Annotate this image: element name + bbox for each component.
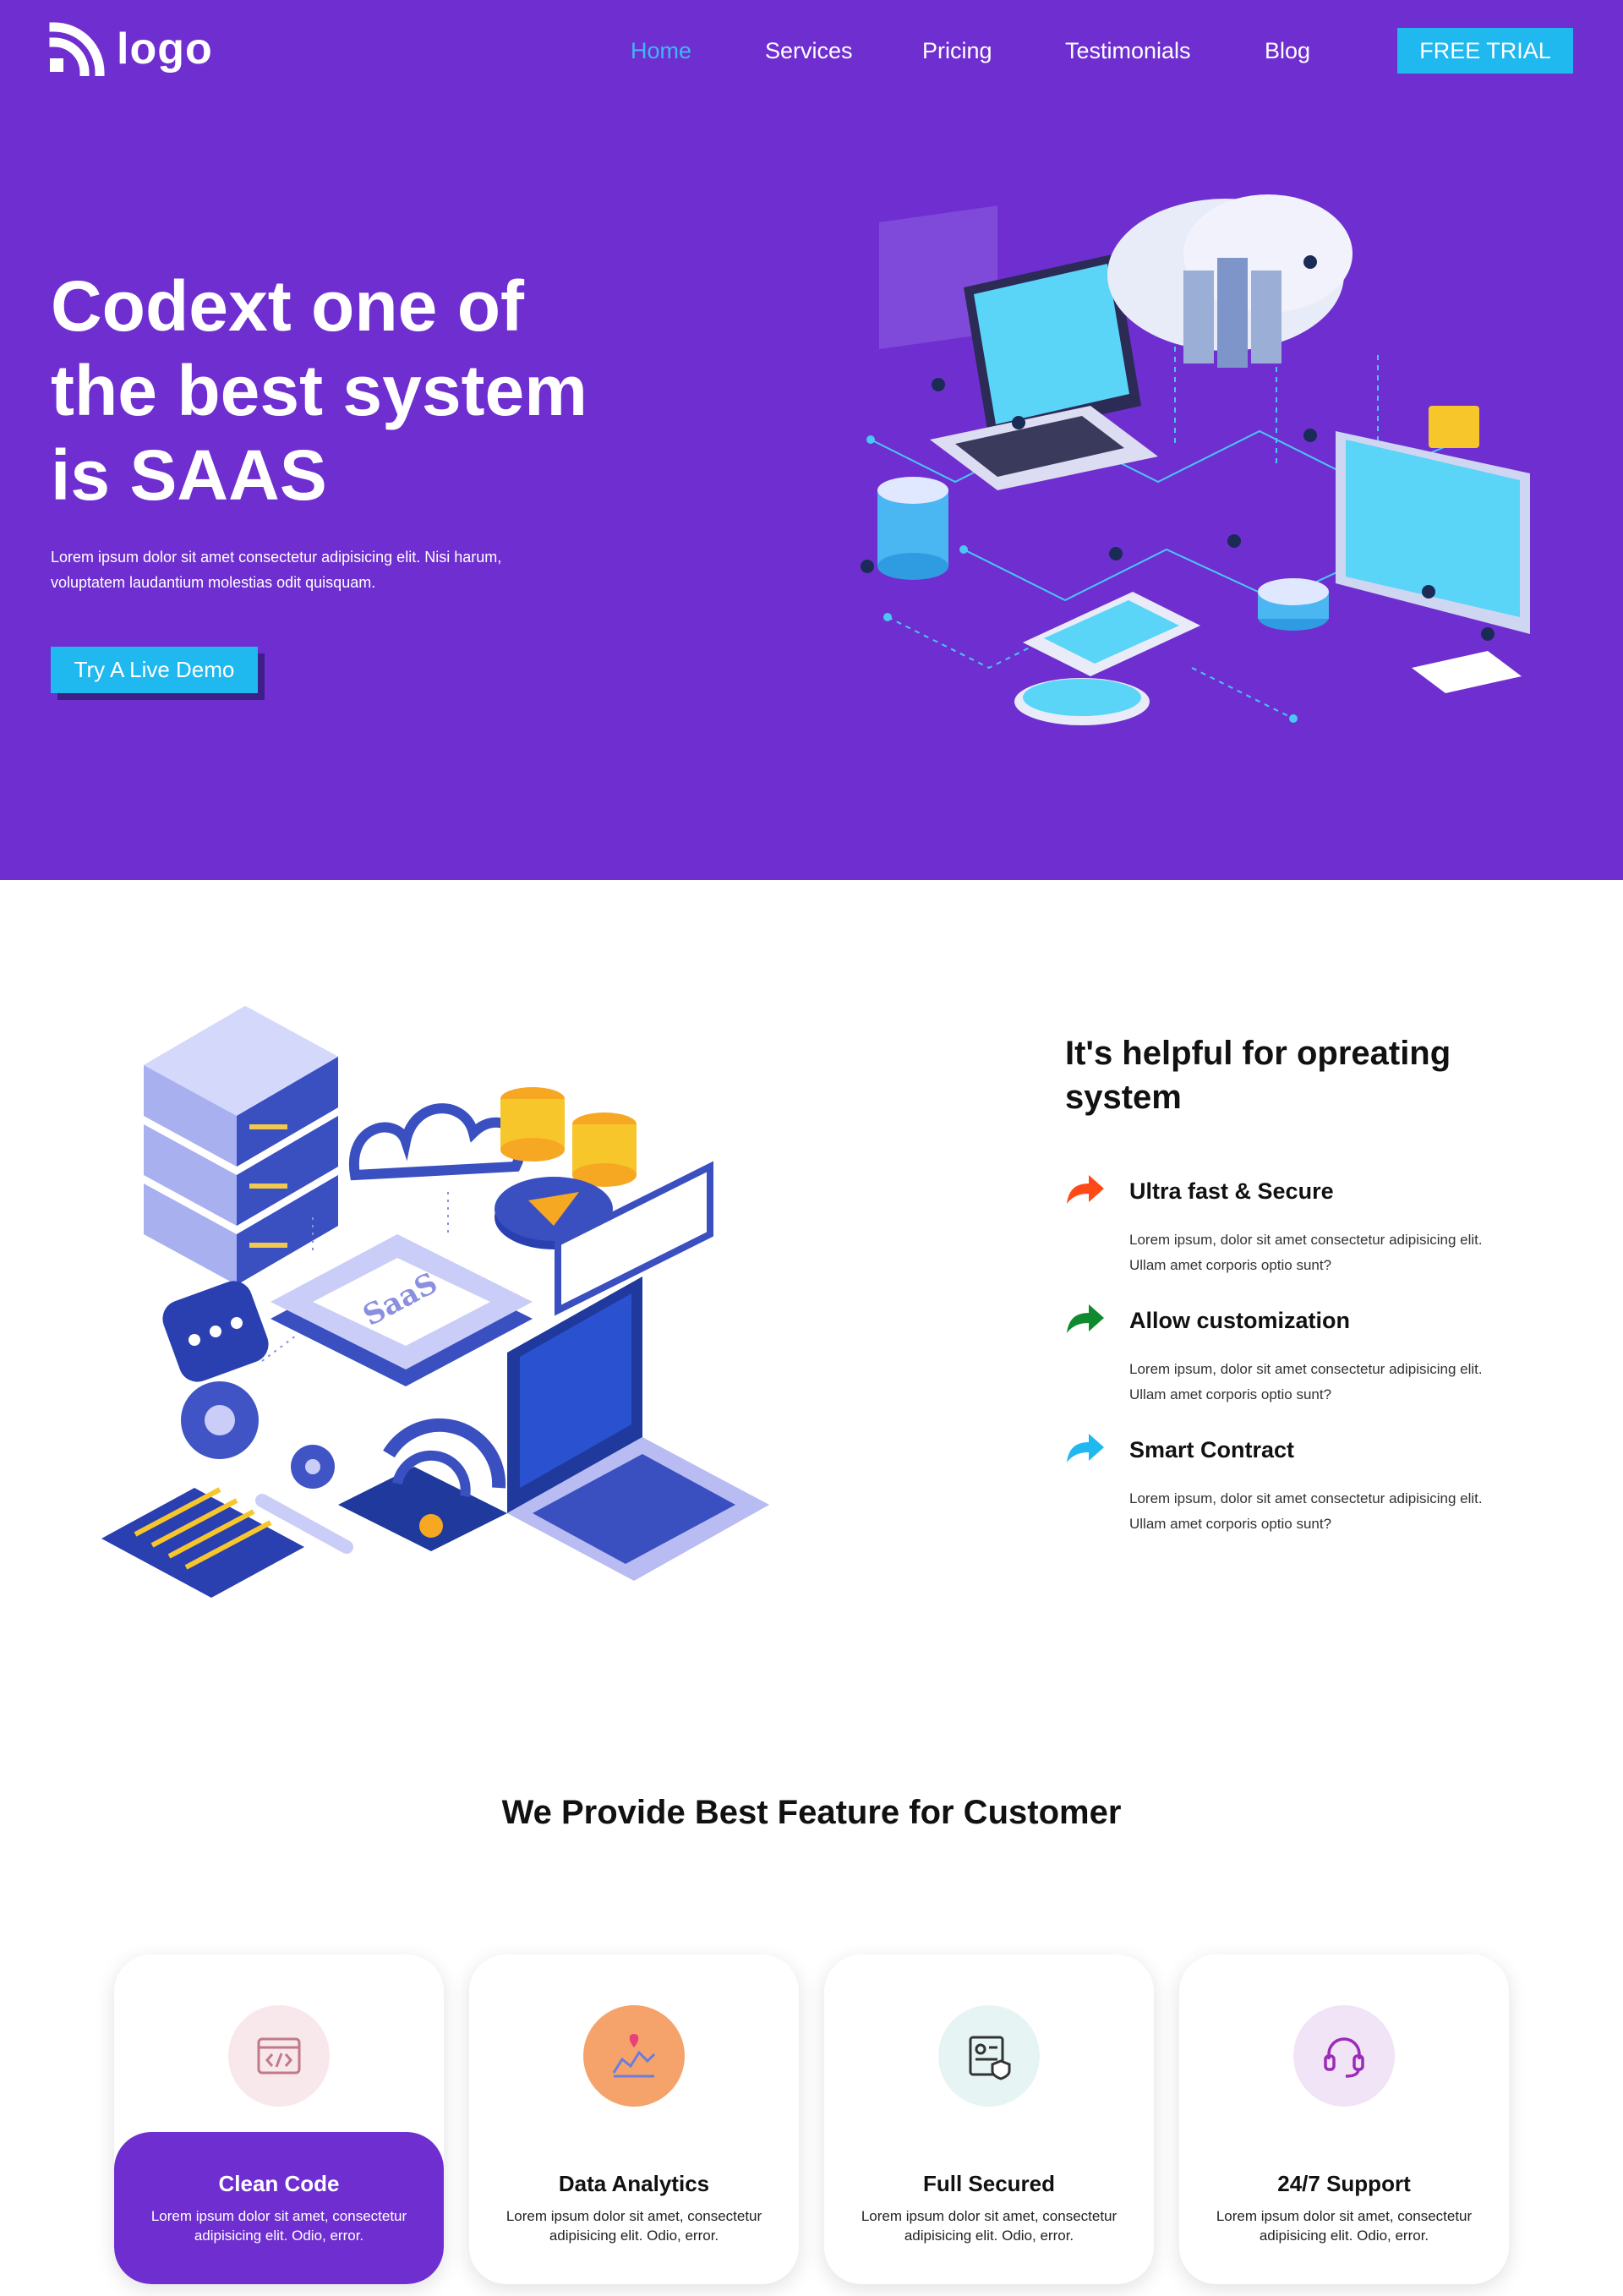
saas-isometric-illustration: SaaS <box>101 1006 769 1598</box>
card-text: Lorem ipsum dolor sit amet, consectetur … <box>505 2208 762 2244</box>
share-arrow-icon <box>1067 1175 1104 1204</box>
headset-icon <box>1324 2037 1364 2078</box>
nav-home[interactable]: Home <box>631 34 691 68</box>
card-title: Data Analytics <box>558 2171 710 2196</box>
nav-blog[interactable]: Blog <box>1265 34 1310 68</box>
hero-title: Codext one of the best system is SAAS <box>51 266 587 515</box>
cloud-network-illustration <box>861 194 1530 725</box>
free-trial-button[interactable]: FREE TRIAL <box>1397 28 1573 74</box>
share-arrow-icon <box>1067 1304 1104 1333</box>
card-title: Clean Code <box>218 2171 340 2196</box>
card-title: 24/7 Support <box>1277 2171 1411 2196</box>
card-icon-circle <box>1293 2005 1395 2107</box>
card-text: Lorem ipsum dolor sit amet, consectetur … <box>150 2208 407 2244</box>
feature-card-support[interactable]: 24/7 Support Lorem ipsum dolor sit amet,… <box>1179 1954 1509 2284</box>
features-section-title: We Provide Best Feature for Customer <box>501 1794 1122 1831</box>
hero-section: logo Home Services Pricing Testimonials … <box>0 0 1623 880</box>
nav-services[interactable]: Services <box>765 34 853 68</box>
card-text: Lorem ipsum dolor sit amet, consectetur … <box>861 2208 1118 2244</box>
feature-desc: Lorem ipsum, dolor sit amet consectetur … <box>1129 1490 1483 1532</box>
nav-testimonials[interactable]: Testimonials <box>1065 34 1191 68</box>
code-window-icon <box>257 2037 301 2075</box>
live-demo-button[interactable]: Try A Live Demo <box>51 647 258 693</box>
card-title: Full Secured <box>922 2171 1056 2196</box>
feature-name: Smart Contract <box>1129 1437 1295 1462</box>
feature-desc: Lorem ipsum, dolor sit amet consectetur … <box>1129 1361 1483 1402</box>
helpful-section-title: It's helpful for opreating system <box>1065 1035 1451 1116</box>
main-nav: Home Services Pricing Testimonials Blog <box>0 34 1623 68</box>
feature-card-full-secured[interactable]: Full Secured Lorem ipsum dolor sit amet,… <box>824 1954 1154 2284</box>
hero-description: Lorem ipsum dolor sit amet consectetur a… <box>51 549 502 591</box>
feature-name: Ultra fast & Secure <box>1129 1178 1334 1204</box>
nav-pricing[interactable]: Pricing <box>922 34 992 68</box>
feature-card-data-analytics[interactable]: Data Analytics Lorem ipsum dolor sit ame… <box>469 1954 799 2284</box>
card-icon-circle <box>583 2005 685 2107</box>
card-icon-circle <box>938 2005 1040 2107</box>
secure-document-icon <box>969 2036 1011 2080</box>
feature-card-clean-code[interactable]: Clean Code Lorem ipsum dolor sit amet, c… <box>114 1954 444 2284</box>
feature-desc: Lorem ipsum, dolor sit amet consectetur … <box>1129 1232 1483 1273</box>
feature-name: Allow customization <box>1129 1308 1351 1333</box>
chart-pin-icon <box>612 2034 656 2078</box>
card-icon-circle <box>228 2005 330 2107</box>
card-text: Lorem ipsum dolor sit amet, consectetur … <box>1216 2208 1473 2244</box>
share-arrow-icon <box>1067 1434 1104 1462</box>
